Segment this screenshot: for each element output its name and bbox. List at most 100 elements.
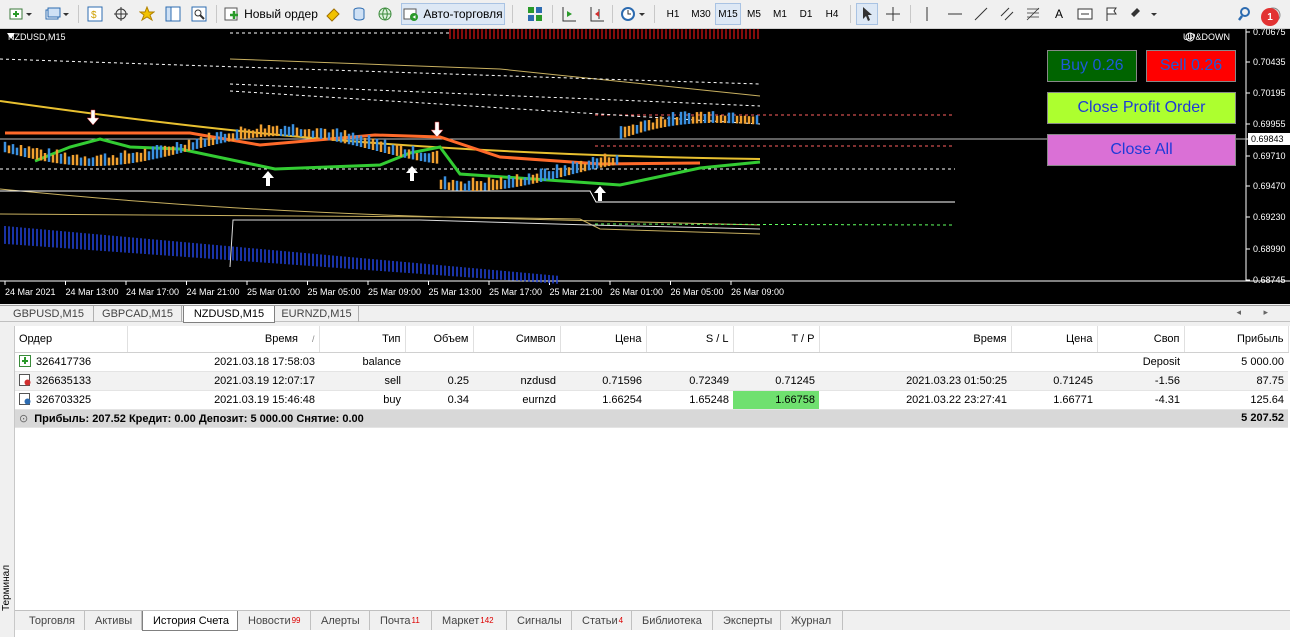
search-button[interactable] [1234,3,1258,25]
arrows-button[interactable] [1100,3,1122,25]
col-type[interactable]: Тип [319,326,406,353]
notification-badge: 1 [1261,8,1279,26]
tab-experts[interactable]: Эксперты [713,611,781,630]
periods-button[interactable] [618,3,648,25]
balance-icon [19,355,31,367]
table-row[interactable]: 326417736 2021.03.18 17:58:03 balance De… [15,352,1288,372]
order-cell: 326703325 [15,390,127,410]
trendline-button[interactable] [970,3,992,25]
crosshair-tool-icon [886,7,900,21]
col-symbol[interactable]: Символ [473,326,561,353]
timeframe-h4-button[interactable]: H4 [820,3,844,25]
col-close-price[interactable]: Цена [1011,326,1098,353]
tab-account-history[interactable]: История Счета [142,611,238,631]
terminal-label: Терминал [1,564,12,611]
tab-news[interactable]: Новости 99 [238,611,311,630]
chart-tab-gbpusd[interactable]: GBPUSD,M15 [4,306,94,322]
tab-market[interactable]: Маркет 142 [432,611,507,630]
sell-button[interactable]: Sell 0.26 [1146,50,1236,82]
close-all-button[interactable]: Close All [1047,134,1236,166]
triangle-down-icon [7,33,15,39]
order-id: 326417736 [36,356,92,368]
col-price[interactable]: Цена [560,326,647,353]
metaeditor-button[interactable] [322,3,344,25]
smiley-icon [1185,32,1195,42]
type-cell: balance [319,352,405,372]
star-folder-icon [139,6,155,22]
current-price-label: 0.69843 [1251,134,1284,144]
tab-assets[interactable]: Активы [85,611,142,630]
text-tool-button[interactable]: A [1048,3,1070,25]
fibonacci-button[interactable] [1022,3,1044,25]
tab-mailbox[interactable]: Почта 11 [370,611,432,630]
new-order-button[interactable]: Новый ордер [222,3,320,25]
tab-articles[interactable]: Статьи 4 [572,611,632,630]
signals-button[interactable] [348,3,370,25]
table-row[interactable]: 326703325 2021.03.19 15:46:48 buy 0.34 e… [15,390,1288,410]
tab-badge: 4 [618,616,624,625]
crosshair-tool-button[interactable] [882,3,904,25]
close-profit-order-button[interactable]: Close Profit Order [1047,92,1236,124]
chart-symbol-header: NZDUSD,M15 [6,32,66,42]
timeframe-h1-button[interactable]: H1 [660,3,686,25]
vps-button[interactable] [374,3,396,25]
chart-shift-button[interactable] [586,3,608,25]
strategy-tester-button[interactable] [188,3,210,25]
shapes-dropdown-button[interactable] [1126,3,1162,25]
summary-row[interactable]: ⊙ Прибыль: 207.52 Кредит: 0.00 Депозит: 5… [15,409,1288,428]
horizontal-line-button[interactable] [944,3,966,25]
col-time[interactable]: Время / [127,326,320,353]
tab-signals[interactable]: Сигналы [507,611,572,630]
chart-tab-eurnzd[interactable]: EURNZD,M15 [275,306,359,322]
tab-alerts[interactable]: Алерты [311,611,370,630]
terminal-button[interactable] [162,3,184,25]
vertical-line-button[interactable] [916,3,938,25]
cursor-tool-button[interactable] [856,3,878,25]
text-label-button[interactable] [1074,3,1096,25]
price-chart[interactable]: 0.70675 0.70435 0.70195 0.69955 0.69843 0.697… [0,29,1290,304]
timeframe-m15-button[interactable]: M15 [715,3,741,25]
timeframe-m1-button[interactable]: M1 [768,3,792,25]
notifications-button[interactable]: 1 [1261,3,1286,26]
col-time-label: Время [264,332,298,345]
time-tick-label: 26 Mar 09:00 [731,287,784,297]
timeframe-d1-button[interactable]: D1 [794,3,818,25]
auto-scroll-button[interactable] [558,3,580,25]
timeframe-label: H4 [825,8,839,20]
crosshair-icon [114,7,128,21]
auto-trading-button[interactable]: Авто-торговля [401,3,505,25]
tab-label: Почта [380,614,411,627]
profiles-button[interactable] [42,3,72,25]
col-profit[interactable]: Прибыль [1184,326,1289,353]
timeframe-m30-button[interactable]: M30 [688,3,714,25]
time-cell: 2021.03.19 15:46:48 [127,390,319,410]
col-close-time[interactable]: Время [819,326,1012,353]
col-swap[interactable]: Своп [1097,326,1185,353]
tab-trade[interactable]: Торговля [19,611,85,630]
navigator-button[interactable] [136,3,158,25]
sl-cell: 1.65248 [646,390,733,410]
auto-trading-icon [403,8,419,21]
data-window-button[interactable] [110,3,132,25]
time-tick-label: 24 Mar 21:00 [187,287,240,297]
chart-layout-button[interactable] [524,3,546,25]
swap-cell: Deposit [1097,352,1184,372]
timeframe-m5-button[interactable]: M5 [742,3,766,25]
table-row[interactable]: 326635133 2021.03.19 12:07:17 sell 0.25 … [15,371,1288,391]
channel-button[interactable] [996,3,1018,25]
market-watch-button[interactable]: $ [84,3,106,25]
price-tick-label: 0.68745 [1253,275,1286,285]
history-table: Ордер Время / Тип Объем Символ Цена S / L… [15,326,1289,428]
tab-library[interactable]: Библиотека [632,611,713,630]
buy-button[interactable]: Buy 0.26 [1047,50,1137,82]
buy-signal-arrow [406,166,418,181]
col-volume[interactable]: Объем [405,326,474,353]
chart-tab-gbpcad[interactable]: GBPCAD,M15 [94,306,182,322]
tab-journal[interactable]: Журнал [781,611,843,630]
tab-scroll-arrows[interactable]: ◂ ▸ [1236,307,1278,318]
col-tp[interactable]: T / P [733,326,820,353]
col-sl[interactable]: S / L [646,326,734,353]
new-chart-button[interactable] [6,3,36,25]
col-order[interactable]: Ордер [15,326,128,353]
chart-tab-nzdusd[interactable]: NZDUSD,M15 [183,306,275,323]
